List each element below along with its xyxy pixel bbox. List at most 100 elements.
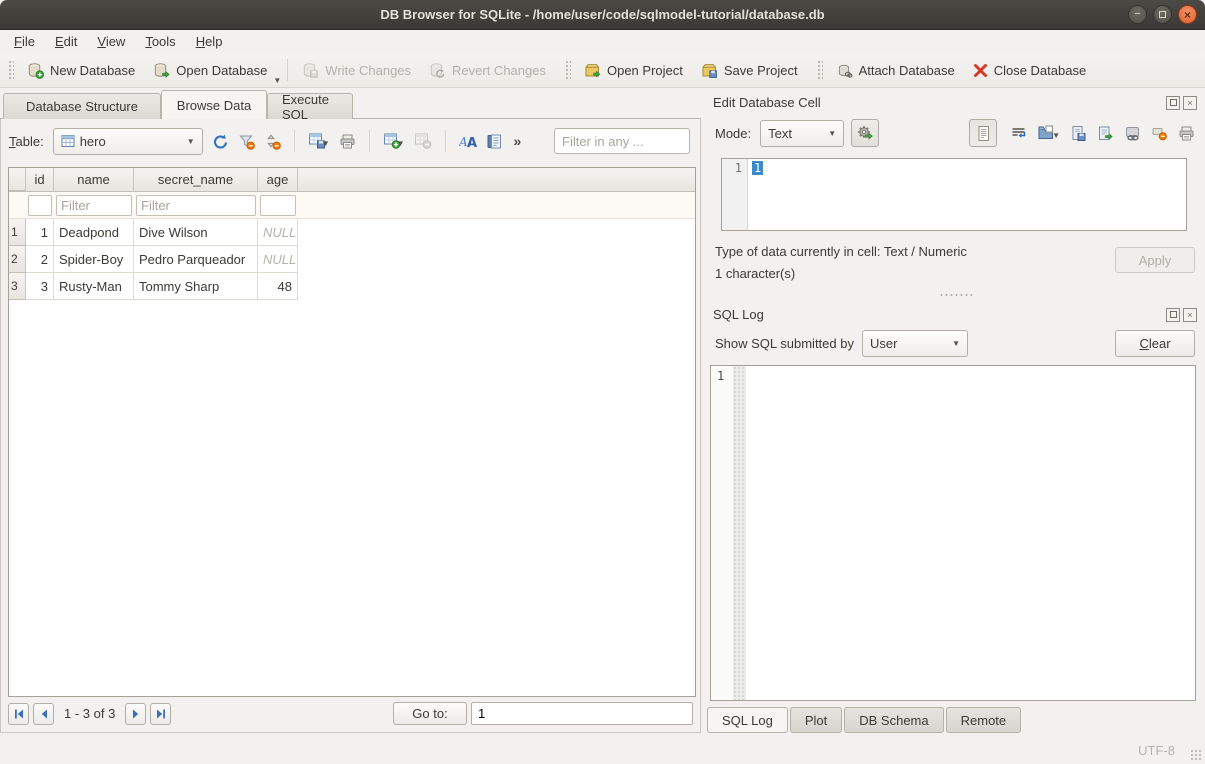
filter-input-secret-name[interactable] bbox=[136, 195, 256, 216]
filter-input-name[interactable] bbox=[56, 195, 132, 216]
float-dock-icon[interactable] bbox=[1166, 96, 1180, 110]
refresh-button[interactable] bbox=[212, 133, 229, 150]
tab-sql-log[interactable]: SQL Log bbox=[707, 707, 788, 733]
open-database-dropdown-icon[interactable]: ▼ bbox=[273, 76, 281, 87]
tab-browse-data[interactable]: Browse Data bbox=[161, 90, 267, 119]
binary-view-button[interactable] bbox=[486, 133, 503, 150]
close-database-button[interactable]: Close Database bbox=[965, 59, 1095, 82]
menu-edit[interactable]: Edit bbox=[45, 32, 87, 51]
clear-log-button[interactable]: Clear bbox=[1115, 330, 1195, 357]
filter-input-id[interactable] bbox=[28, 195, 52, 216]
cell-name[interactable]: Spider-Boy bbox=[54, 246, 134, 273]
tab-execute-sql[interactable]: Execute SQL bbox=[267, 93, 353, 119]
sql-log-controls: Show SQL submitted by User ▼ Clear bbox=[715, 330, 1195, 357]
sql-source-select[interactable]: User ▼ bbox=[862, 330, 968, 357]
open-project-button[interactable]: Open Project bbox=[576, 58, 691, 83]
first-record-button[interactable] bbox=[8, 703, 29, 725]
dock-splitter[interactable] bbox=[707, 290, 1205, 300]
toolbar-drag-handle[interactable] bbox=[7, 59, 14, 81]
toolbar-overflow-icon[interactable]: » bbox=[514, 133, 522, 149]
text-document-button[interactable] bbox=[969, 119, 997, 147]
cell-secret-name[interactable]: Pedro Parqueador bbox=[134, 246, 258, 273]
new-database-button[interactable]: New Database bbox=[19, 58, 143, 83]
float-dock-icon[interactable] bbox=[1166, 308, 1180, 322]
clear-sort-button[interactable] bbox=[264, 133, 281, 150]
cell-name[interactable]: Rusty-Man bbox=[54, 273, 134, 300]
column-header-name[interactable]: name bbox=[54, 168, 134, 191]
column-header-secret-name[interactable]: secret_name bbox=[134, 168, 258, 191]
cell-id[interactable]: 2 bbox=[26, 246, 54, 273]
cell-editor-content[interactable]: 1 bbox=[752, 161, 763, 175]
table-row[interactable]: 3 3 Rusty-Man Tommy Sharp 48 bbox=[9, 273, 695, 300]
column-header-id[interactable]: id bbox=[26, 168, 54, 191]
print-cell-button[interactable] bbox=[1178, 125, 1195, 142]
goto-input[interactable] bbox=[471, 702, 693, 725]
filter-any-input[interactable] bbox=[554, 128, 690, 154]
clear-cell-button[interactable] bbox=[1151, 125, 1168, 142]
maximize-icon[interactable] bbox=[1153, 5, 1172, 24]
format-button[interactable]: AA bbox=[459, 133, 477, 150]
menu-tools[interactable]: Tools bbox=[135, 32, 185, 51]
save-reference-button[interactable] bbox=[1097, 125, 1114, 142]
import-file-button[interactable]: ▼ bbox=[1037, 124, 1060, 142]
show-sql-label: Show SQL submitted by bbox=[715, 336, 854, 351]
cell-age[interactable]: NULL bbox=[258, 246, 298, 273]
toolbar-drag-handle[interactable] bbox=[816, 59, 823, 81]
save-project-button[interactable]: Save Project bbox=[693, 58, 806, 83]
tab-database-structure[interactable]: Database Structure bbox=[3, 93, 161, 119]
minimize-icon[interactable]: − bbox=[1128, 5, 1147, 24]
table-select[interactable]: hero ▼ bbox=[53, 128, 203, 155]
cell-age[interactable]: NULL bbox=[258, 219, 298, 246]
column-header-age[interactable]: age bbox=[258, 168, 298, 191]
tab-plot[interactable]: Plot bbox=[790, 707, 842, 733]
table-row[interactable]: 1 1 Deadpond Dive Wilson NULL bbox=[9, 219, 695, 246]
mode-select[interactable]: Text ▼ bbox=[760, 120, 844, 147]
word-wrap-button[interactable] bbox=[1010, 125, 1027, 142]
tab-remote[interactable]: Remote bbox=[946, 707, 1022, 733]
cell-name[interactable]: Deadpond bbox=[54, 219, 134, 246]
menu-file[interactable]: File bbox=[4, 32, 45, 51]
menu-help[interactable]: Help bbox=[186, 32, 233, 51]
last-record-button[interactable] bbox=[150, 703, 171, 725]
insert-record-dropdown-icon[interactable]: ▼ bbox=[397, 139, 405, 150]
resize-grip-icon[interactable] bbox=[1190, 749, 1203, 762]
record-navbar: 1 - 3 of 3 Go to: bbox=[8, 701, 693, 726]
edit-cell-toolbar: Mode: Text ▼ bbox=[715, 119, 1195, 147]
close-dock-icon[interactable]: × bbox=[1183, 96, 1197, 110]
write-changes-icon bbox=[302, 62, 319, 79]
next-record-button[interactable] bbox=[125, 703, 146, 725]
cell-editor[interactable]: 1 1 bbox=[721, 158, 1187, 231]
chevron-down-icon: ▼ bbox=[187, 137, 195, 146]
export-file-button[interactable] bbox=[1070, 125, 1087, 142]
encoding-label[interactable]: UTF-8 bbox=[1138, 743, 1175, 758]
sql-log-editor[interactable]: 1 bbox=[710, 365, 1196, 701]
import-file-dropdown-icon[interactable]: ▼ bbox=[1052, 131, 1060, 142]
goto-button[interactable]: Go to: bbox=[393, 702, 467, 725]
open-database-button[interactable]: Open Database bbox=[145, 58, 275, 83]
print-table-button[interactable] bbox=[339, 133, 356, 150]
attach-database-button[interactable]: Attach Database bbox=[828, 58, 963, 83]
cell-id[interactable]: 1 bbox=[26, 219, 54, 246]
cell-secret-name[interactable]: Tommy Sharp bbox=[134, 273, 258, 300]
table-row[interactable]: 2 2 Spider-Boy Pedro Parqueador NULL bbox=[9, 246, 695, 273]
menu-view[interactable]: View bbox=[87, 32, 135, 51]
tab-db-schema[interactable]: DB Schema bbox=[844, 707, 943, 733]
close-dock-icon[interactable]: × bbox=[1183, 308, 1197, 322]
filter-gutter bbox=[9, 192, 26, 218]
previous-record-button[interactable] bbox=[33, 703, 54, 725]
toolbar-drag-handle[interactable] bbox=[564, 59, 571, 81]
insert-record-button[interactable]: ▼ bbox=[383, 132, 405, 150]
filter-input-age[interactable] bbox=[260, 195, 296, 216]
sql-log-title-label: SQL Log bbox=[713, 307, 764, 322]
cell-id[interactable]: 3 bbox=[26, 273, 54, 300]
export-table-button[interactable]: ▼ bbox=[308, 132, 330, 150]
clear-filters-button[interactable] bbox=[238, 133, 255, 150]
cell-age[interactable]: 48 bbox=[258, 273, 298, 300]
link-data-button[interactable] bbox=[1124, 125, 1141, 142]
cell-secret-name[interactable]: Dive Wilson bbox=[134, 219, 258, 246]
sql-log-dock-title: SQL Log × bbox=[713, 307, 1197, 322]
export-table-dropdown-icon[interactable]: ▼ bbox=[322, 139, 330, 150]
close-icon[interactable]: × bbox=[1178, 5, 1197, 24]
save-project-icon bbox=[701, 62, 718, 79]
auto-apply-button[interactable] bbox=[851, 119, 879, 147]
